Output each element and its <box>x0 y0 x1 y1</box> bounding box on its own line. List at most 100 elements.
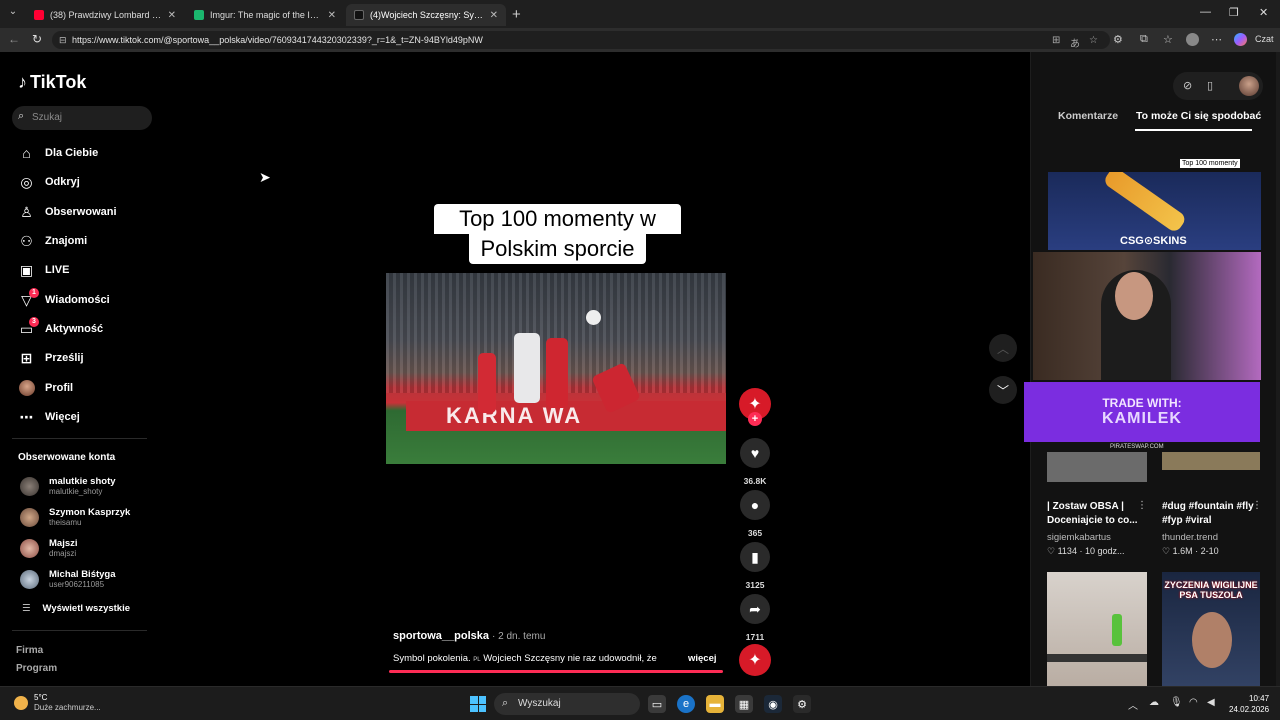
heart-outline-icon: ♡ <box>1162 546 1171 556</box>
author-name[interactable]: sportowa__polska <box>393 630 489 642</box>
nav-messages[interactable]: ▽ 1 Wiadomości <box>18 287 110 310</box>
store-icon[interactable]: ▦ <box>735 695 753 713</box>
edge-icon[interactable]: e <box>677 695 695 713</box>
following-account[interactable]: Szymon Kasprzyk theisamu <box>20 504 130 530</box>
date: 24.02.2026 <box>1229 705 1270 714</box>
nav-explore[interactable]: ◎ Odkryj <box>18 172 79 192</box>
close-tab-icon[interactable]: ✕ <box>328 10 336 21</box>
new-tab-button[interactable]: + <box>512 6 521 23</box>
nav-upload[interactable]: ⊞ Prześlij <box>18 348 84 368</box>
streamer-thumbnail[interactable] <box>1033 252 1261 380</box>
card-user[interactable]: sigiemkabartus <box>1047 532 1111 543</box>
close-tab-icon[interactable]: ✕ <box>168 10 176 21</box>
close-tab-icon[interactable]: ✕ <box>490 10 498 21</box>
show-all-button[interactable]: ☰ Wyświetl wszystkie <box>22 603 130 614</box>
following-account[interactable]: malutkie shoty malutkie_shoty <box>20 473 116 499</box>
footer-link-company[interactable]: Firma <box>16 645 43 656</box>
nav-activity[interactable]: ▭ 3 Aktywność <box>18 316 103 339</box>
nav-more[interactable]: ⋯ Więcej <box>18 407 80 427</box>
close-window-button[interactable]: ✕ <box>1259 6 1268 19</box>
card-meta: ♡ 1134 · 10 godz... <box>1047 546 1125 556</box>
card-title[interactable]: | Zostaw OBSA | Doceniajcie to co... <box>1047 500 1145 528</box>
following-account[interactable]: Majszi dmajszi <box>20 535 78 561</box>
wifi-icon[interactable]: ◠ <box>1189 697 1198 708</box>
video-thumbnail[interactable]: ZYCZENIA WIGILIJNE PSA TUSZOLA <box>1162 572 1260 686</box>
favorites-icon[interactable]: ☆ <box>1163 33 1173 46</box>
copilot-label[interactable]: Czat <box>1255 34 1274 44</box>
share-button[interactable]: ➦ 1711 <box>739 594 771 642</box>
nav-profile[interactable]: Profil <box>18 378 73 398</box>
streamer-face <box>1115 272 1153 320</box>
ad-pirateswap[interactable]: TRADE WITH: KAMILEK <box>1024 382 1260 442</box>
extensions-icon[interactable]: ⚙ <box>1113 33 1123 46</box>
task-view-icon[interactable]: ▭ <box>648 695 666 713</box>
profile-avatar[interactable] <box>1186 33 1199 46</box>
minimize-button[interactable]: — <box>1200 6 1211 18</box>
device-icon[interactable]: ▯ <box>1207 79 1213 92</box>
video-progress-bar[interactable] <box>389 670 723 673</box>
browser-tab-imgur[interactable]: Imgur: The magic of the Internet ✕ <box>186 4 344 26</box>
previous-video-button[interactable]: ︿ <box>989 334 1017 362</box>
card-title[interactable]: #dug #fountain #fly #fyp #viral <box>1162 500 1260 528</box>
volume-icon[interactable]: ◀ <box>1207 697 1215 708</box>
onedrive-icon[interactable]: ☁ <box>1149 697 1159 708</box>
nav-live[interactable]: ▣ LIVE <box>18 260 70 280</box>
maximize-button[interactable]: ❐ <box>1229 6 1239 19</box>
app-available-icon[interactable]: ⊞ <box>1052 35 1060 46</box>
settings-more-icon[interactable]: ⋯ <box>1211 33 1222 46</box>
coin-icon[interactable]: ⊘ <box>1183 79 1192 92</box>
player <box>514 333 540 403</box>
weather-widget[interactable]: 5°C Duże zachmurze... <box>14 693 101 713</box>
translate-icon[interactable]: あ <box>1070 35 1080 50</box>
avatar <box>20 538 39 558</box>
back-button[interactable]: ← <box>8 32 20 46</box>
caption-more-button[interactable]: więcej <box>688 653 717 664</box>
search-input[interactable]: ⌕ Szukaj <box>12 106 152 130</box>
taskbar-search[interactable]: ⌕ Wyszukaj <box>494 693 640 715</box>
page-scrollbar[interactable] <box>1276 52 1280 686</box>
nav-for-you[interactable]: ⌂ Dla Ciebie <box>18 143 98 163</box>
comment-button[interactable]: ● 365 <box>739 490 771 538</box>
video-thumbnail[interactable] <box>1162 452 1260 470</box>
tab-recommended[interactable]: To może Ci się spodobać <box>1136 110 1261 122</box>
video-frame[interactable]: KARNA WA <box>386 273 726 464</box>
save-button[interactable]: ▮ 3125 <box>739 542 771 590</box>
user-avatar[interactable] <box>1239 76 1259 96</box>
video-thumbnail[interactable] <box>1047 452 1147 482</box>
file-explorer-icon[interactable]: ▬ <box>706 695 724 713</box>
start-button[interactable] <box>470 696 486 712</box>
tiktok-logo[interactable]: ♪ TikTok <box>18 72 86 93</box>
card-more-icon[interactable]: ⋮ <box>1137 500 1147 511</box>
settings-icon[interactable]: ⚙ <box>793 695 811 713</box>
browser-tab-tiktok[interactable]: (4)Wojciech Szczęsny: Symbol poko ✕ <box>346 4 506 26</box>
card-more-icon[interactable]: ⋮ <box>1252 500 1262 511</box>
clock[interactable]: 10:47 24.02.2026 <box>1229 693 1269 715</box>
account-handle: malutkie_shoty <box>49 487 103 496</box>
overlay-line-2: Polskim sporcie <box>469 234 646 264</box>
next-video-button[interactable]: ﹀ <box>989 376 1017 404</box>
footer-link-program[interactable]: Program <box>16 663 57 674</box>
tab-actions-icon[interactable]: ⌄ <box>6 6 20 20</box>
like-button[interactable]: ♥ 36.8K <box>739 438 771 486</box>
tab-comments[interactable]: Komentarze <box>1058 110 1118 122</box>
refresh-button[interactable]: ↻ <box>32 32 42 46</box>
list-icon: ☰ <box>22 603 31 614</box>
microphone-icon[interactable]: 🎙 <box>1170 697 1183 708</box>
copilot-icon[interactable] <box>1234 33 1247 46</box>
favorite-star-icon[interactable]: ☆ <box>1089 35 1098 46</box>
browser-tab-youtube[interactable]: (38) Prawdziwy Lombard - Odcinek ✕ <box>26 4 184 26</box>
video-thumbnail[interactable] <box>1047 572 1147 686</box>
chevron-up-icon[interactable]: ︿ <box>1128 697 1138 712</box>
site-info-icon[interactable]: ⊟ <box>59 35 67 46</box>
follow-button[interactable]: + <box>748 412 762 426</box>
url-field[interactable]: ⊟ https://www.tiktok.com/@sportowa__pols… <box>52 31 1110 50</box>
sound-avatar[interactable]: ✦ <box>739 644 771 676</box>
ad-csgo-skins[interactable]: CSG⊙SKINS <box>1048 172 1261 250</box>
split-screen-icon[interactable]: ⧉ <box>1140 33 1148 46</box>
nav-following[interactable]: ♙ Obserwowani <box>18 202 116 222</box>
card-user[interactable]: thunder.trend <box>1162 532 1218 543</box>
activity-icon: ▭ 3 <box>18 316 39 338</box>
following-account[interactable]: Michal Biśtyga user906211085 <box>20 566 116 592</box>
steam-icon[interactable]: ◉ <box>764 695 782 713</box>
nav-friends[interactable]: ⚇ Znajomi <box>18 231 87 251</box>
